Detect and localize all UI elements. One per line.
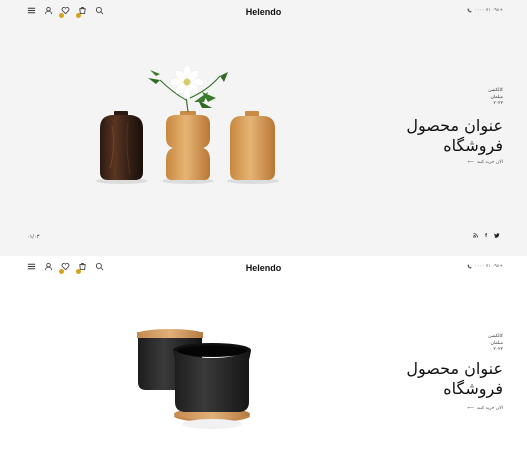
shop-now-label: الان خرید کنید <box>476 160 503 165</box>
site-logo[interactable]: Helendo <box>0 7 527 17</box>
shop-now-link[interactable]: ⟵ الان خرید کنید <box>467 160 503 165</box>
hero-slide-1: Helendo ۰۰۰۰ ۷۱ ۰۹۸+ کالکشن مبلمان ۲۰۲۲ … <box>0 0 527 256</box>
slide-counter: ۰۱/۰۳ <box>27 234 40 240</box>
slide-title: عنوان محصول فروشگاه <box>406 359 503 399</box>
phone-number[interactable]: ۰۰۰۰ ۷۱ ۰۹۸+ <box>467 8 503 13</box>
twitter-icon[interactable] <box>494 233 500 240</box>
phone-icon <box>467 8 472 13</box>
arrow-left-icon: ⟵ <box>467 160 474 165</box>
social-links: f <box>473 233 500 240</box>
site-logo[interactable]: Helendo <box>0 263 527 273</box>
subtitle-line: ۲۰۲۲ <box>493 347 503 352</box>
title-line: فروشگاه <box>443 136 503 155</box>
subtitle-line: ۲۰۲۲ <box>493 101 503 106</box>
phone-number[interactable]: ۰۰۰۰ ۷۱ ۰۹۸+ <box>467 264 503 269</box>
header-bar: Helendo ۰۰۰۰ ۷۱ ۰۹۸+ <box>0 0 527 26</box>
header-bar: Helendo ۰۰۰۰ ۷۱ ۰۹۸+ <box>0 256 527 282</box>
arrow-left-icon: ⟵ <box>467 406 474 411</box>
collection-subtitle: کالکشن مبلمان ۲۰۲۲ <box>488 88 503 108</box>
subtitle-line: کالکشن <box>488 334 503 339</box>
shop-now-link[interactable]: ⟵ الان خرید کنید <box>467 406 503 411</box>
phone-text: ۰۰۰۰ ۷۱ ۰۹۸+ <box>474 8 503 13</box>
cups-image <box>137 329 251 429</box>
shop-now-label: الان خرید کنید <box>476 406 503 411</box>
rss-icon[interactable] <box>473 233 479 240</box>
title-line: فروشگاه <box>443 379 503 398</box>
title-line: عنوان محصول <box>406 359 503 378</box>
title-line: عنوان محصول <box>406 116 503 135</box>
phone-text: ۰۰۰۰ ۷۱ ۰۹۸+ <box>474 264 503 269</box>
slide-title: عنوان محصول فروشگاه <box>406 116 503 156</box>
hero-slide-2: Helendo ۰۰۰۰ ۷۱ ۰۹۸+ کالکشن مبلمان ۲۰۲۲ … <box>0 256 527 461</box>
phone-icon <box>467 264 472 269</box>
collection-subtitle: کالکشن مبلمان ۲۰۲۲ <box>488 334 503 354</box>
facebook-icon[interactable]: f <box>485 233 487 240</box>
vases-image <box>96 64 279 184</box>
subtitle-line: کالکشن <box>488 88 503 93</box>
